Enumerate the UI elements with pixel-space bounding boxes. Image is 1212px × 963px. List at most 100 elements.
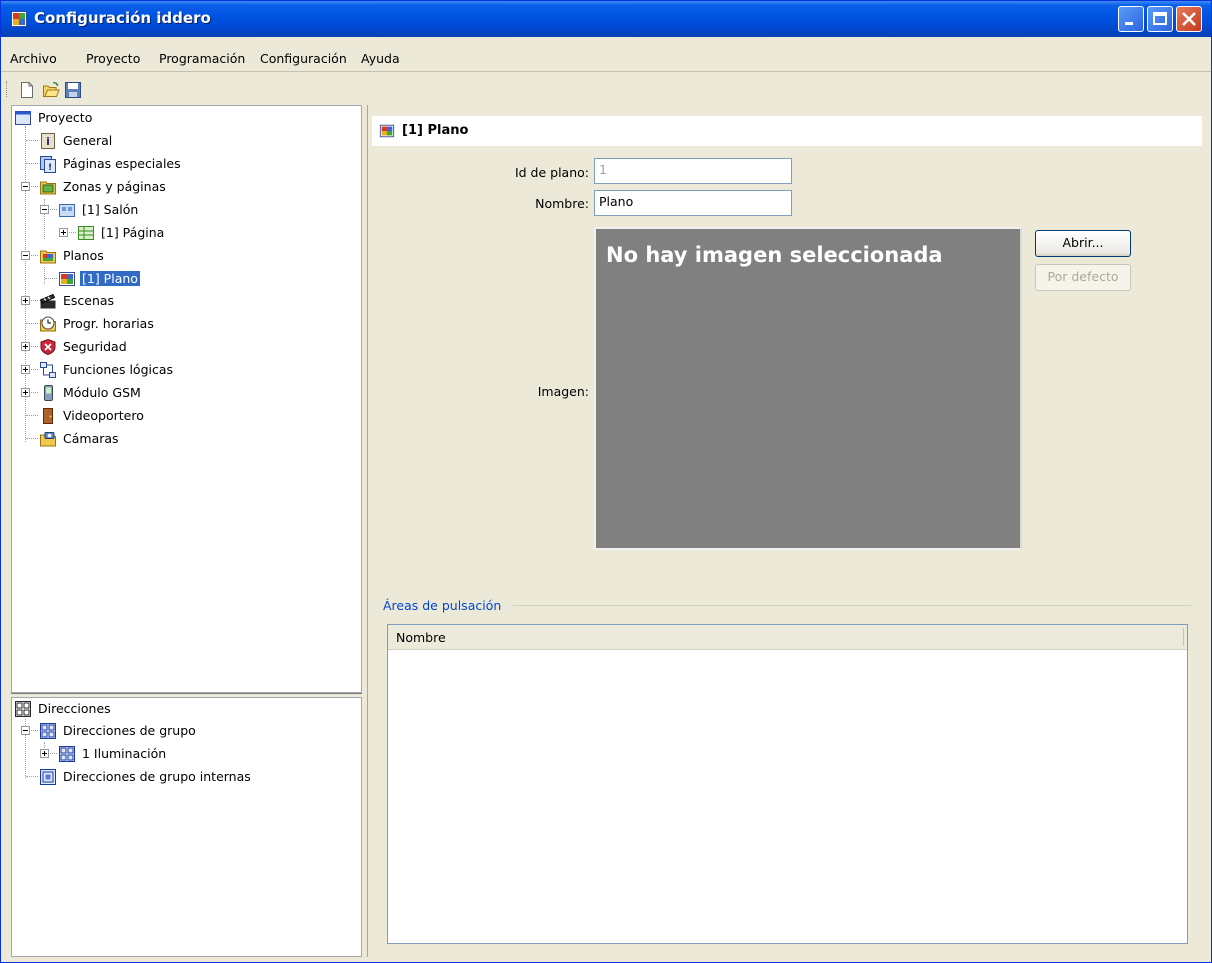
name-label: Nombre: <box>535 196 589 211</box>
column-separator[interactable] <box>1183 628 1184 646</box>
zones-icon <box>40 181 56 195</box>
menu-separator <box>1 71 1211 72</box>
new-file-icon[interactable] <box>18 81 36 99</box>
menu-bar: Archivo Proyecto Programación Configurac… <box>1 47 1211 69</box>
tree-line <box>31 730 38 731</box>
tree-item-direcciones-internas[interactable]: Direcciones de grupo internas <box>39 767 349 787</box>
tree-item-direcciones-grupo[interactable]: Direcciones de grupo <box>39 721 339 741</box>
menu-proyecto[interactable]: Proyecto <box>86 51 140 66</box>
plan-icon <box>379 124 395 138</box>
expander-direcciones-grupo[interactable] <box>21 726 30 735</box>
tree-label: Videoportero <box>63 408 144 423</box>
tree-line <box>69 232 76 233</box>
tree-item-videoportero[interactable]: Videoportero <box>39 406 339 426</box>
app-window: Configuración iddero Archivo Proyecto Pr… <box>0 0 1212 963</box>
expander-escenas[interactable] <box>21 296 30 305</box>
tree-item-funciones-logicas[interactable]: Funciones lógicas <box>39 360 339 380</box>
toolbar <box>1 73 1211 103</box>
save-disk-icon[interactable] <box>64 81 82 99</box>
menu-configuracion[interactable]: Configuración <box>260 51 347 66</box>
image-preview: No hay imagen seleccionada <box>594 227 1022 550</box>
tree-item-progr-horarias[interactable]: Progr. horarias <box>39 314 339 334</box>
list-header: Nombre <box>388 625 1187 650</box>
tree-line <box>31 369 38 370</box>
tree-label: Módulo GSM <box>63 385 141 400</box>
internal-address-icon <box>40 769 56 785</box>
tree-label: Escenas <box>63 293 115 308</box>
name-field[interactable]: Plano <box>594 190 792 216</box>
tree-item-seguridad[interactable]: Seguridad <box>39 337 339 357</box>
expander-pagina[interactable] <box>59 228 68 237</box>
tree-label: Planos <box>63 248 104 263</box>
tree-item-general[interactable]: i General <box>39 131 339 151</box>
open-folder-icon[interactable] <box>42 81 60 99</box>
camera-icon <box>40 432 56 447</box>
detail-header: [1] Plano <box>372 116 1202 146</box>
open-button[interactable]: Abrir... <box>1035 230 1131 257</box>
maximize-button[interactable] <box>1147 6 1173 32</box>
clapperboard-icon <box>39 293 56 309</box>
tree-item-salon[interactable]: [1] Salón <box>58 200 358 220</box>
tree-label: Seguridad <box>63 339 127 354</box>
menu-ayuda[interactable]: Ayuda <box>361 51 400 66</box>
page-icon <box>78 226 94 240</box>
tree-line <box>31 392 38 393</box>
address-tree-panel[interactable]: Direcciones Direcciones de grupo 1 Ilumi… <box>11 697 362 957</box>
column-header-nombre[interactable]: Nombre <box>396 630 446 645</box>
menu-programacion[interactable]: Programación <box>159 51 245 66</box>
expander-planos[interactable] <box>21 251 30 260</box>
default-button[interactable]: Por defecto <box>1035 264 1131 291</box>
tree-item-modulo-gsm[interactable]: Módulo GSM <box>39 383 339 403</box>
toolbar-grip[interactable] <box>6 81 9 97</box>
svg-text:i: i <box>46 135 50 148</box>
tree-label: Zonas y páginas <box>63 179 166 194</box>
image-label: Imagen: <box>537 384 589 399</box>
tree-item-proyecto[interactable]: Proyecto <box>14 108 314 128</box>
plans-icon <box>40 250 56 264</box>
tree-line <box>26 415 38 416</box>
tree-item-direcciones[interactable]: Direcciones <box>14 699 314 719</box>
tree-line <box>26 323 38 324</box>
project-tree-panel[interactable]: Proyecto i General ! Páginas especiales … <box>11 105 362 693</box>
expander-funciones[interactable] <box>21 365 30 374</box>
tree-line <box>44 267 45 284</box>
expander-zonas[interactable] <box>21 182 30 191</box>
tree-label: Proyecto <box>38 110 93 125</box>
tree-item-camaras[interactable]: Cámaras <box>39 429 339 449</box>
expander-iluminacion[interactable] <box>40 749 49 758</box>
group-address-icon <box>15 701 31 717</box>
info-icon: i <box>41 133 55 149</box>
tree-line <box>26 776 38 777</box>
window-title: Configuración iddero <box>34 9 211 27</box>
expander-gsm[interactable] <box>21 388 30 397</box>
special-pages-icon: ! <box>40 156 56 173</box>
areas-list[interactable]: Nombre <box>387 624 1188 944</box>
tree-label: [1] Plano <box>80 271 140 286</box>
tree-label: Direcciones <box>38 701 111 716</box>
group-divider <box>513 605 1191 606</box>
menu-archivo[interactable]: Archivo <box>10 51 57 66</box>
tree-line <box>31 346 38 347</box>
tree-item-pagina[interactable]: [1] Página <box>77 223 357 243</box>
tree-label: Cámaras <box>63 431 119 446</box>
id-label: Id de plano: <box>514 165 589 180</box>
tree-item-iluminacion[interactable]: 1 Iluminación <box>58 744 348 764</box>
tree-item-planos[interactable]: Planos <box>39 246 339 266</box>
tree-item-paginas-especiales[interactable]: ! Páginas especiales <box>39 154 339 174</box>
tree-line <box>26 438 38 439</box>
close-icon <box>1182 12 1196 26</box>
door-icon <box>43 408 53 424</box>
title-bar[interactable]: Configuración iddero <box>1 1 1211 37</box>
expander-salon[interactable] <box>40 205 49 214</box>
close-button[interactable] <box>1176 6 1202 32</box>
tree-label: Progr. horarias <box>63 316 154 331</box>
tree-item-zonas[interactable]: Zonas y páginas <box>39 177 339 197</box>
minimize-button[interactable] <box>1118 6 1144 32</box>
svg-text:!: ! <box>48 163 52 173</box>
tree-label: [1] Salón <box>82 202 139 217</box>
tree-item-escenas[interactable]: Escenas <box>39 291 339 311</box>
group-address-icon <box>40 723 56 739</box>
expander-seguridad[interactable] <box>21 342 30 351</box>
tree-item-plano[interactable]: [1] Plano <box>58 269 358 289</box>
group-address-icon <box>59 746 75 762</box>
